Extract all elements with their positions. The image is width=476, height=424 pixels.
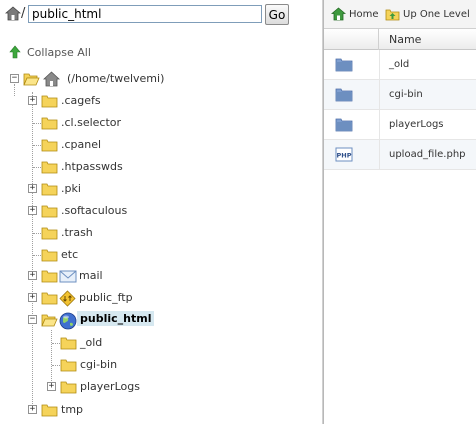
- tree-line: [33, 145, 41, 146]
- up-one-level-label: Up One Level: [403, 9, 470, 20]
- house-icon[interactable]: [5, 6, 21, 21]
- tree-root-label: (/home/twelvemi): [67, 72, 165, 85]
- file-list-pane: Home Up One Level Name _old cgi-bin play…: [324, 0, 476, 424]
- tree-line: [52, 365, 60, 366]
- column-separator: [379, 80, 380, 110]
- folder-icon: [41, 183, 58, 196]
- folder-up-icon: [385, 9, 400, 21]
- tree-line: [32, 92, 33, 410]
- tree-item-label: public_ftp: [79, 291, 133, 304]
- folder-icon: [335, 58, 353, 72]
- folder-icon: [41, 95, 58, 108]
- directory-tree-pane: / Go Collapse All − (/home/twelvemi) +: [0, 0, 322, 424]
- folder-icon: [41, 139, 58, 152]
- collapse-toggle[interactable]: −: [10, 74, 19, 83]
- tree-line: [33, 255, 41, 256]
- svg-text:PHP: PHP: [337, 152, 352, 160]
- column-separator: [379, 110, 380, 140]
- file-row-upload-file-php[interactable]: PHP upload_file.php: [324, 140, 476, 170]
- tree-line: [33, 123, 41, 124]
- tree-item-label: mail: [79, 269, 103, 282]
- expand-toggle[interactable]: +: [28, 293, 37, 302]
- folder-icon: [335, 88, 353, 102]
- tree-item-label: playerLogs: [80, 380, 140, 393]
- tree-line: [14, 84, 15, 96]
- folder-icon: [60, 359, 77, 372]
- collapse-all-label: Collapse All: [27, 46, 91, 59]
- file-row-old[interactable]: _old: [324, 50, 476, 80]
- house-icon: [43, 71, 60, 87]
- folder-icon: [60, 337, 77, 350]
- folder-icon: [335, 118, 353, 132]
- folder-icon: [41, 292, 58, 305]
- tree-line: [33, 167, 41, 168]
- file-name: cgi-bin: [389, 89, 423, 100]
- tree-item-label-selected: public_html: [77, 311, 155, 326]
- tree-item-label: .softaculous: [61, 204, 128, 217]
- column-separator: [379, 50, 380, 80]
- file-row-playerlogs[interactable]: playerLogs: [324, 110, 476, 140]
- folder-icon: [41, 404, 58, 417]
- tree-item-label: .trash: [61, 226, 93, 239]
- go-button[interactable]: Go: [265, 4, 289, 25]
- folder-icon: [41, 117, 58, 130]
- tree-item-label: .htpasswds: [61, 160, 123, 173]
- name-column-header[interactable]: Name: [389, 33, 421, 46]
- tree-item-label: .cagefs: [61, 94, 101, 107]
- expand-toggle[interactable]: +: [28, 96, 37, 105]
- home-label: Home: [349, 9, 379, 20]
- folder-icon: [41, 249, 58, 262]
- tree-item-label: cgi-bin: [80, 358, 118, 371]
- arrow-up-icon: [9, 45, 21, 59]
- expand-toggle[interactable]: +: [28, 206, 37, 215]
- tree-item-label: _old: [80, 336, 103, 349]
- folder-icon: [41, 161, 58, 174]
- path-input[interactable]: [28, 5, 262, 23]
- expand-toggle[interactable]: +: [28, 184, 37, 193]
- tree-line: [51, 330, 52, 387]
- file-row-cgi-bin[interactable]: cgi-bin: [324, 80, 476, 110]
- envelope-icon: [59, 270, 77, 283]
- ftp-icon: [59, 290, 76, 307]
- folder-open-icon: [23, 73, 40, 86]
- tree-item-label: etc: [61, 248, 79, 261]
- expand-toggle[interactable]: +: [28, 271, 37, 280]
- folder-icon: [41, 270, 58, 283]
- folder-icon: [41, 227, 58, 240]
- folder-icon: [41, 205, 58, 218]
- file-list-header: Name: [324, 28, 476, 50]
- expand-toggle[interactable]: +: [47, 382, 56, 391]
- globe-icon: [59, 312, 77, 330]
- file-name: upload_file.php: [389, 149, 466, 160]
- tree-line: [33, 233, 41, 234]
- path-bar: / Go: [0, 0, 322, 30]
- expand-toggle[interactable]: +: [28, 405, 37, 414]
- icon-column-header[interactable]: [324, 29, 379, 50]
- path-separator: /: [21, 6, 26, 21]
- folder-icon: [60, 381, 77, 394]
- collapse-toggle[interactable]: −: [28, 315, 37, 324]
- file-toolbar: Home Up One Level: [324, 0, 476, 28]
- tree-item-label: .cpanel: [61, 138, 102, 151]
- tree-item-label: tmp: [61, 403, 84, 416]
- php-file-icon: PHP: [335, 147, 353, 162]
- tree-line: [52, 343, 60, 344]
- tree-item-label: .pki: [61, 182, 81, 195]
- folder-open-icon: [41, 314, 58, 327]
- house-icon: [331, 7, 346, 21]
- file-name: _old: [389, 59, 410, 70]
- file-name: playerLogs: [389, 119, 444, 130]
- column-separator: [379, 140, 380, 170]
- tree-item-label: .cl.selector: [61, 116, 122, 129]
